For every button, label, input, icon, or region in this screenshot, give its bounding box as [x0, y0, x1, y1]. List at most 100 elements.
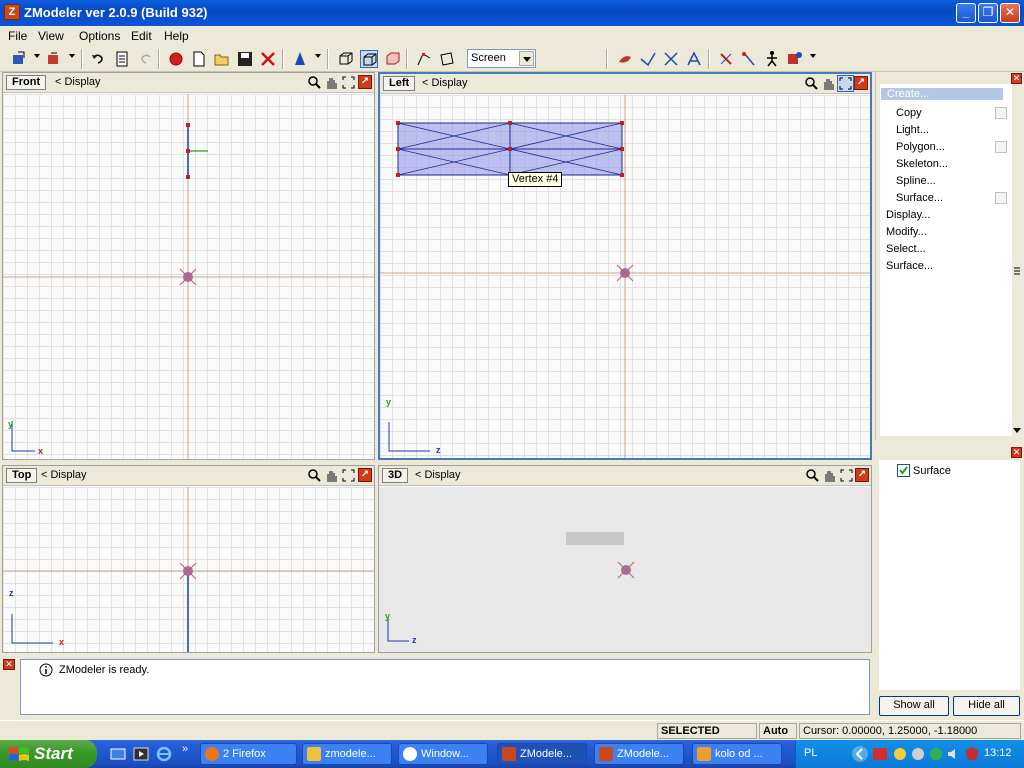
save-icon[interactable] — [236, 50, 254, 68]
viewport-top[interactable]: Top < Display ↗ z x — [2, 465, 375, 653]
import-dropdown-icon[interactable] — [34, 54, 40, 58]
tray-network-icon[interactable] — [928, 746, 944, 762]
cmd-create[interactable]: Create... — [881, 88, 1003, 100]
maximize-viewport-icon[interactable]: ↗ — [358, 75, 372, 89]
display-menu[interactable]: < Display — [422, 77, 468, 89]
close-panel-icon[interactable]: ✕ — [1011, 73, 1022, 84]
delete-icon[interactable] — [259, 50, 277, 68]
animation-icon[interactable] — [786, 50, 804, 68]
shape-dropdown-icon[interactable] — [315, 54, 321, 58]
scale-icon[interactable] — [685, 50, 703, 68]
export-icon[interactable] — [45, 50, 63, 68]
viewport-name[interactable]: Left — [383, 76, 416, 91]
maximize-viewport-icon[interactable]: ↗ — [358, 468, 372, 482]
layer-checkbox[interactable] — [897, 464, 910, 477]
quicklaunch-expand-icon[interactable]: » — [182, 743, 188, 755]
show-desktop-icon[interactable] — [110, 746, 126, 762]
viewport-name[interactable]: Top — [6, 468, 38, 483]
media-player-icon[interactable] — [133, 746, 149, 762]
command-scrollbar[interactable] — [1012, 84, 1022, 436]
task-mail[interactable]: kolo od ... — [692, 743, 782, 765]
export-dropdown-icon[interactable] — [69, 54, 75, 58]
cone-shape-icon[interactable] — [291, 50, 309, 68]
viewport-left[interactable]: Left < Display ↗ Vertex #4 y z — [378, 72, 872, 460]
task-firefox[interactable]: 2 Firefox — [200, 743, 297, 765]
cmd-polygon[interactable]: Polygon... — [896, 141, 945, 153]
zoom-icon[interactable] — [804, 76, 819, 91]
bone-icon[interactable] — [717, 50, 735, 68]
fit-view-icon[interactable] — [341, 468, 356, 483]
import-icon[interactable] — [10, 50, 28, 68]
minimize-button[interactable]: _ — [956, 3, 976, 23]
cube-solid-icon[interactable] — [384, 50, 402, 68]
vertex-mode-icon[interactable] — [415, 50, 433, 68]
show-all-button[interactable]: Show all — [879, 696, 949, 716]
menu-view[interactable]: View — [38, 29, 64, 43]
fit-view-icon[interactable] — [837, 75, 854, 92]
task-zmodeler-active[interactable]: ZModele... — [497, 743, 587, 765]
close-panel-icon[interactable]: ✕ — [1011, 447, 1022, 458]
undo-icon[interactable] — [89, 50, 107, 68]
skeleton-figure-icon[interactable] — [763, 50, 781, 68]
clock[interactable]: 13:12 — [984, 747, 1012, 759]
cmd-surface-checkbox[interactable] — [995, 192, 1007, 204]
menu-file[interactable]: File — [8, 29, 27, 43]
task-zmodeler[interactable]: ZModele... — [594, 743, 684, 765]
viewport-canvas[interactable]: y x — [3, 94, 374, 459]
task-window[interactable]: Window... — [398, 743, 488, 765]
chevron-down-icon[interactable] — [519, 51, 534, 66]
viewport-name[interactable]: Front — [6, 75, 47, 90]
viewport-canvas[interactable]: z x — [3, 487, 374, 652]
menu-help[interactable]: Help — [164, 29, 189, 43]
cube-selected-icon[interactable] — [360, 50, 378, 68]
viewport-3d[interactable]: 3D < Display ↗ y z — [378, 465, 872, 653]
display-menu[interactable]: < Display — [415, 469, 461, 481]
cmd-light[interactable]: Light... — [896, 124, 929, 136]
tray-smiley-icon[interactable] — [892, 746, 908, 762]
cmd-display[interactable]: Display... — [886, 209, 930, 221]
display-menu[interactable]: < Display — [55, 76, 101, 88]
language-indicator[interactable]: PL — [804, 747, 817, 759]
task-folder[interactable]: zmodele... — [302, 743, 392, 765]
cmd-surface-create[interactable]: Surface... — [896, 192, 943, 204]
maximize-viewport-icon[interactable]: ↗ — [854, 76, 868, 90]
tray-shield-icon[interactable] — [964, 746, 980, 762]
fit-view-icon[interactable] — [341, 75, 356, 90]
tray-expand-icon[interactable] — [851, 745, 869, 763]
redo-icon[interactable] — [137, 50, 155, 68]
close-button[interactable]: ✕ — [1000, 3, 1020, 23]
maximize-button[interactable]: ❐ — [978, 3, 998, 23]
link-icon[interactable] — [740, 50, 758, 68]
pan-hand-icon[interactable] — [821, 76, 836, 91]
cube-wireframe-icon[interactable] — [337, 50, 355, 68]
hide-all-button[interactable]: Hide all — [953, 696, 1020, 716]
menu-options[interactable]: Options — [79, 29, 120, 43]
viewport-canvas[interactable]: Vertex #4 y z — [380, 95, 870, 458]
close-log-icon[interactable]: ✕ — [3, 659, 15, 670]
history-icon[interactable] — [113, 50, 131, 68]
viewport-front[interactable]: Front < Display ↗ y x — [2, 72, 375, 460]
cmd-select[interactable]: Select... — [886, 243, 926, 255]
move-icon[interactable] — [639, 50, 657, 68]
pan-hand-icon[interactable] — [324, 468, 339, 483]
cmd-modify[interactable]: Modify... — [886, 226, 927, 238]
record-icon[interactable] — [167, 50, 185, 68]
view-mode-select[interactable]: Screen — [467, 49, 536, 68]
internet-explorer-icon[interactable] — [156, 746, 172, 762]
cmd-spline[interactable]: Spline... — [896, 175, 936, 187]
zmodeler-app-icon[interactable]: Z — [4, 4, 20, 20]
tray-settings-icon[interactable] — [910, 746, 926, 762]
cmd-copy-checkbox[interactable] — [995, 107, 1007, 119]
viewport-name[interactable]: 3D — [382, 468, 409, 483]
pan-hand-icon[interactable] — [822, 468, 837, 483]
rotate-icon[interactable] — [662, 50, 680, 68]
cmd-skeleton[interactable]: Skeleton... — [896, 158, 948, 170]
paint-icon[interactable] — [616, 50, 634, 68]
tray-volume-icon[interactable] — [946, 746, 962, 762]
maximize-viewport-icon[interactable]: ↗ — [855, 468, 869, 482]
zoom-icon[interactable] — [307, 75, 322, 90]
display-menu[interactable]: < Display — [41, 469, 87, 481]
layer-label[interactable]: Surface — [913, 465, 951, 477]
cmd-copy[interactable]: Copy — [896, 107, 922, 119]
menu-edit[interactable]: Edit — [131, 29, 152, 43]
